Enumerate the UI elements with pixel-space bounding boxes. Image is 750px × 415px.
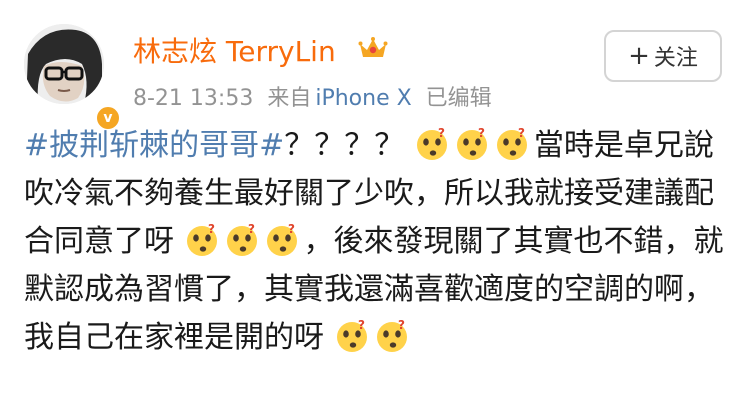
post-timestamp: 8-21 13:53 xyxy=(133,86,254,111)
plus-icon: + xyxy=(628,41,650,71)
doubt-face-emoji-icon: ? xyxy=(186,222,217,256)
svg-text:?: ? xyxy=(478,126,485,140)
doubt-face-emoji-icon: ? xyxy=(456,126,487,160)
user-name[interactable]: 林志炫 TerryLin xyxy=(133,30,336,70)
source-link[interactable]: iPhone X xyxy=(315,86,411,111)
svg-text:?: ? xyxy=(288,222,295,236)
source-prefix: 来自 xyxy=(267,86,312,111)
doubt-face-emoji-icon: ? xyxy=(266,222,297,256)
weibo-post: v 林志炫 TerryLin 8-21 13:53 来自 iPhone X 已编辑 +… xyxy=(0,0,750,415)
svg-text:?: ? xyxy=(208,222,215,236)
post-meta: 8-21 13:53 来自 iPhone X 已编辑 xyxy=(133,80,506,112)
edited-label[interactable]: 已编辑 xyxy=(426,86,492,111)
svg-text:?: ? xyxy=(438,126,445,140)
crown-icon[interactable] xyxy=(358,36,388,60)
doubt-face-emoji-icon: ? xyxy=(226,222,257,256)
doubt-face-emoji-icon: ? xyxy=(336,318,367,352)
content-text-1: ？？？？ xyxy=(284,128,405,163)
follow-label: 关注 xyxy=(653,46,698,71)
svg-text:?: ? xyxy=(358,318,365,332)
doubt-face-emoji-icon: ? xyxy=(496,126,527,160)
avatar-photo xyxy=(24,24,104,104)
avatar[interactable]: v xyxy=(24,24,122,132)
svg-text:?: ? xyxy=(398,318,405,332)
post-content: #披荆斩棘的哥哥#？？？？ ??? 當時是卓兄說吹冷氣不夠養生最好關了少吹，所以我… xyxy=(24,122,724,362)
svg-text:?: ? xyxy=(248,222,255,236)
doubt-face-emoji-icon: ? xyxy=(416,126,447,160)
svg-text:?: ? xyxy=(518,126,525,140)
doubt-face-emoji-icon: ? xyxy=(376,318,407,352)
hashtag-link[interactable]: #披荆斩棘的哥哥# xyxy=(24,128,284,163)
follow-button[interactable]: + 关注 xyxy=(604,30,722,82)
